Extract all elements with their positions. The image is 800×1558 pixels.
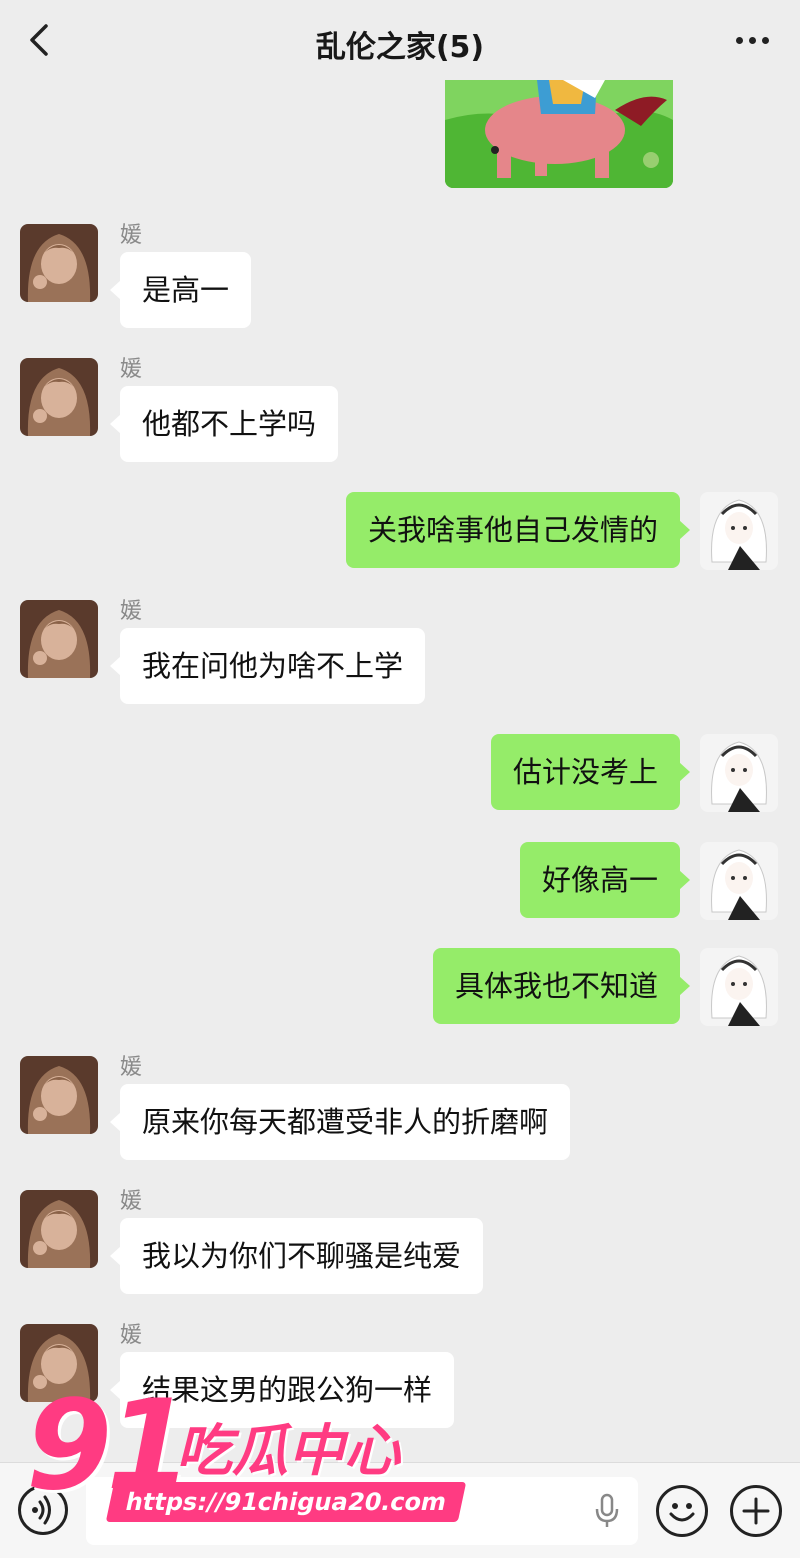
message-bubble-incoming[interactable]: 是高一: [109, 252, 252, 328]
anime-girl-avatar: [20, 1056, 98, 1134]
avatar[interactable]: [20, 1056, 98, 1134]
sender-name: 媛: [120, 1323, 143, 1348]
input-bar: [0, 1462, 800, 1558]
chat-title: 乱伦之家(5): [315, 30, 485, 65]
anime-girl-avatar: [20, 1324, 98, 1402]
avatar[interactable]: [20, 224, 98, 302]
message-bubble-outgoing[interactable]: 好像高一: [519, 842, 691, 918]
cartoon-pony-image: [445, 80, 673, 188]
sender-name: 媛: [120, 223, 143, 248]
avatar[interactable]: [20, 600, 98, 678]
sender-name: 媛: [120, 599, 143, 624]
avatar[interactable]: [20, 358, 98, 436]
avatar[interactable]: [20, 1190, 98, 1268]
message-bubble-incoming[interactable]: 我以为你们不聊骚是纯爱: [109, 1218, 484, 1294]
voice-icon: [32, 1495, 51, 1525]
message-bubble-outgoing[interactable]: 关我啥事他自己发情的: [345, 492, 691, 568]
voice-toggle-button[interactable]: [18, 1485, 68, 1535]
emoji-icon: [669, 1503, 695, 1522]
plus-icon: [742, 1497, 770, 1525]
sender-name: 媛: [120, 1189, 143, 1214]
message-bubble-incoming[interactable]: 他都不上学吗: [109, 386, 339, 462]
image-message[interactable]: [445, 80, 673, 188]
anime-white-hair-avatar: [700, 734, 778, 812]
chat-header: 乱伦之家(5): [0, 0, 800, 84]
message-bubble-incoming[interactable]: 结果这男的跟公狗一样: [109, 1352, 455, 1428]
avatar[interactable]: [20, 1324, 98, 1402]
avatar[interactable]: [700, 948, 778, 1026]
more-dots-icon: [735, 36, 743, 44]
plus-button[interactable]: [730, 1485, 782, 1537]
message-bubble-outgoing[interactable]: 具体我也不知道: [432, 948, 691, 1024]
avatar[interactable]: [700, 492, 778, 570]
anime-white-hair-avatar: [700, 492, 778, 570]
sender-name: 媛: [120, 1055, 143, 1080]
message-input[interactable]: [86, 1477, 638, 1545]
anime-girl-avatar: [20, 600, 98, 678]
anime-white-hair-avatar: [700, 948, 778, 1026]
message-bubble-incoming[interactable]: 原来你每天都遭受非人的折磨啊: [109, 1084, 571, 1160]
more-button[interactable]: [732, 26, 772, 54]
anime-girl-avatar: [20, 358, 98, 436]
message-bubble-outgoing[interactable]: 估计没考上: [490, 734, 691, 810]
sender-name: 媛: [120, 357, 143, 382]
emoji-button[interactable]: [656, 1485, 708, 1537]
avatar[interactable]: [700, 842, 778, 920]
avatar[interactable]: [700, 734, 778, 812]
anime-girl-avatar: [20, 224, 98, 302]
anime-girl-avatar: [20, 1190, 98, 1268]
mic-icon[interactable]: [594, 1493, 620, 1529]
message-bubble-incoming[interactable]: 我在问他为啥不上学: [109, 628, 426, 704]
anime-white-hair-avatar: [700, 842, 778, 920]
